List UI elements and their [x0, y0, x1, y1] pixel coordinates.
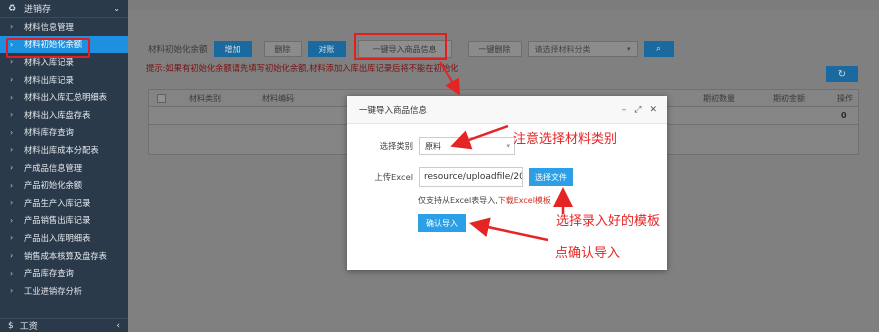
sidebar-item-label: 材料出入库汇总明细表 — [24, 92, 107, 103]
annotation-category: 注意选择材料类别 — [513, 132, 618, 147]
sidebar-item-label: 材料出库成本分配表 — [24, 144, 99, 155]
top-bar — [128, 0, 879, 10]
sidebar-item[interactable]: › 材料信息管理 — [0, 18, 128, 36]
col-header-category: 材料类别 — [189, 93, 221, 103]
sidebar-item[interactable]: › 材料库存查询 — [0, 124, 128, 142]
category-dropdown[interactable]: 原料 ▾ — [419, 137, 515, 155]
upload-label: 上传Excel — [374, 172, 413, 182]
sidebar-item[interactable]: › 产品出入库明细表 — [0, 229, 128, 247]
refresh-button[interactable]: ↻ — [826, 66, 858, 82]
sidebar-item[interactable]: › 产品库存查询 — [0, 264, 128, 282]
category-select-value: 请选择材料分类 — [534, 44, 591, 54]
chevron-right-icon: › — [10, 145, 14, 155]
sidebar-item[interactable]: › 销售成本核算及盘存表 — [0, 247, 128, 265]
chevron-right-icon: › — [10, 22, 14, 32]
hint-text: 提示:如果有初始化余额请先填写初始化余额,材料添加入库出库记录后将不能在初始化 — [146, 63, 459, 73]
chevron-right-icon: › — [10, 163, 14, 173]
import-note-text: 仅支持从Excel表导入, — [418, 196, 498, 205]
sidebar-item[interactable]: › 产品初始化余额 — [0, 176, 128, 194]
confirm-import-button[interactable]: 确认导入 — [418, 214, 466, 232]
sidebar-item-label: 材料出入库盘存表 — [24, 109, 91, 120]
chevron-right-icon: › — [10, 233, 14, 243]
sidebar-item-label: 产品库存查询 — [24, 268, 74, 279]
chevron-right-icon: › — [10, 57, 14, 67]
chevron-down-icon: ⌄ — [113, 4, 120, 13]
sidebar-item-label: 产品初始化余额 — [24, 180, 83, 191]
sidebar-item-label: 产品出入库明细表 — [24, 232, 91, 243]
highlight-box-sidebar — [6, 38, 90, 58]
sidebar-item-label: 材料出库记录 — [24, 74, 74, 85]
dialog-titlebar: 一键导入商品信息 – ⤢ ✕ — [347, 96, 667, 124]
sidebar-section-header[interactable]: ♻ 进销存 ⌄ — [0, 0, 128, 18]
sidebar-item[interactable]: › 材料出入库汇总明细表 — [0, 88, 128, 106]
search-icon: ⌕ — [655, 44, 662, 54]
upload-row: 上传Excel resource/uploadfile/20220 选择文件 — [355, 167, 573, 187]
toolbar-label: 材料初始化余额 — [148, 45, 208, 55]
col-header-qty: 期初数量 — [703, 93, 735, 103]
chevron-left-icon: ‹ — [116, 320, 120, 331]
caret-down-icon: ▾ — [627, 45, 631, 53]
sidebar-item-label: 工业进销存分析 — [24, 285, 83, 296]
sidebar-item[interactable]: › 材料出库记录 — [0, 71, 128, 89]
add-button[interactable]: 增加 — [213, 41, 252, 57]
search-button[interactable]: ⌕ — [643, 41, 674, 57]
cycle-icon: ♻ — [8, 3, 17, 14]
file-path-input[interactable]: resource/uploadfile/20220 — [419, 167, 523, 187]
chevron-right-icon: › — [10, 268, 14, 278]
sidebar-item[interactable]: › 产品生产入库记录 — [0, 194, 128, 212]
sidebar-item-label: 产品销售出库记录 — [24, 215, 91, 226]
chevron-right-icon: › — [10, 251, 14, 261]
sidebar-item[interactable]: › 工业进销存分析 — [0, 282, 128, 300]
sidebar-item-label: 销售成本核算及盘存表 — [24, 250, 107, 261]
col-header-amount: 期初金额 — [773, 93, 805, 103]
annotation-confirm: 点确认导入 — [555, 246, 621, 261]
dollar-icon: $ — [8, 320, 14, 331]
category-dropdown-value: 原料 — [425, 141, 441, 151]
chevron-right-icon: › — [10, 198, 14, 208]
sidebar-item[interactable]: › 产成品信息管理 — [0, 159, 128, 177]
chevron-right-icon: › — [10, 92, 14, 102]
delete-button[interactable]: 删除 — [263, 41, 302, 57]
sidebar-item[interactable]: › 材料出入库盘存表 — [0, 106, 128, 124]
sidebar-footer-label: 工资 — [19, 322, 38, 332]
select-all-checkbox[interactable] — [157, 94, 166, 103]
sidebar-item[interactable]: › 材料出库成本分配表 — [0, 141, 128, 159]
chevron-right-icon: › — [10, 286, 14, 296]
chevron-right-icon: › — [10, 110, 14, 120]
chevron-right-icon: › — [10, 127, 14, 137]
import-note: 仅支持从Excel表导入,下载Excel模板 — [418, 195, 551, 206]
category-label: 选择类别 — [379, 141, 413, 151]
sidebar-section-title: 进销存 — [24, 5, 52, 15]
maximize-icon[interactable]: ⤢ — [634, 105, 641, 115]
annotation-template: 选择录入好的模板 — [556, 214, 661, 229]
chevron-right-icon: › — [10, 75, 14, 85]
category-select[interactable]: 请选择材料分类 ▾ — [527, 41, 638, 57]
one-click-delete-button[interactable]: 一键删除 — [467, 41, 522, 57]
col-header-actions: 操作 — [837, 93, 853, 103]
chevron-right-icon: › — [10, 215, 14, 225]
reconcile-button[interactable]: 对账 — [307, 41, 346, 57]
sidebar-footer-item[interactable]: $ 工资 ‹ — [0, 318, 128, 332]
highlight-box-import — [354, 33, 447, 60]
dialog-title: 一键导入商品信息 — [359, 105, 428, 116]
choose-file-button[interactable]: 选择文件 — [529, 168, 573, 186]
close-icon[interactable]: ✕ — [649, 105, 657, 115]
chevron-right-icon: › — [10, 180, 14, 190]
sidebar-item-label: 材料库存查询 — [24, 127, 74, 138]
sidebar-item[interactable]: › 产品销售出库记录 — [0, 212, 128, 230]
sidebar-item-label: 产成品信息管理 — [24, 162, 83, 173]
category-row: 选择类别 原料 ▾ — [355, 137, 515, 155]
sidebar-item-label: 产品生产入库记录 — [24, 197, 91, 208]
total-value: 0 — [841, 111, 847, 120]
col-header-code: 材料编码 — [262, 93, 294, 103]
minimize-icon[interactable]: – — [622, 105, 627, 115]
caret-down-icon: ▾ — [506, 142, 510, 150]
download-template-link[interactable]: 下载Excel模板 — [498, 196, 551, 205]
sidebar-item-label: 材料信息管理 — [24, 21, 74, 32]
refresh-icon: ↻ — [837, 68, 847, 80]
